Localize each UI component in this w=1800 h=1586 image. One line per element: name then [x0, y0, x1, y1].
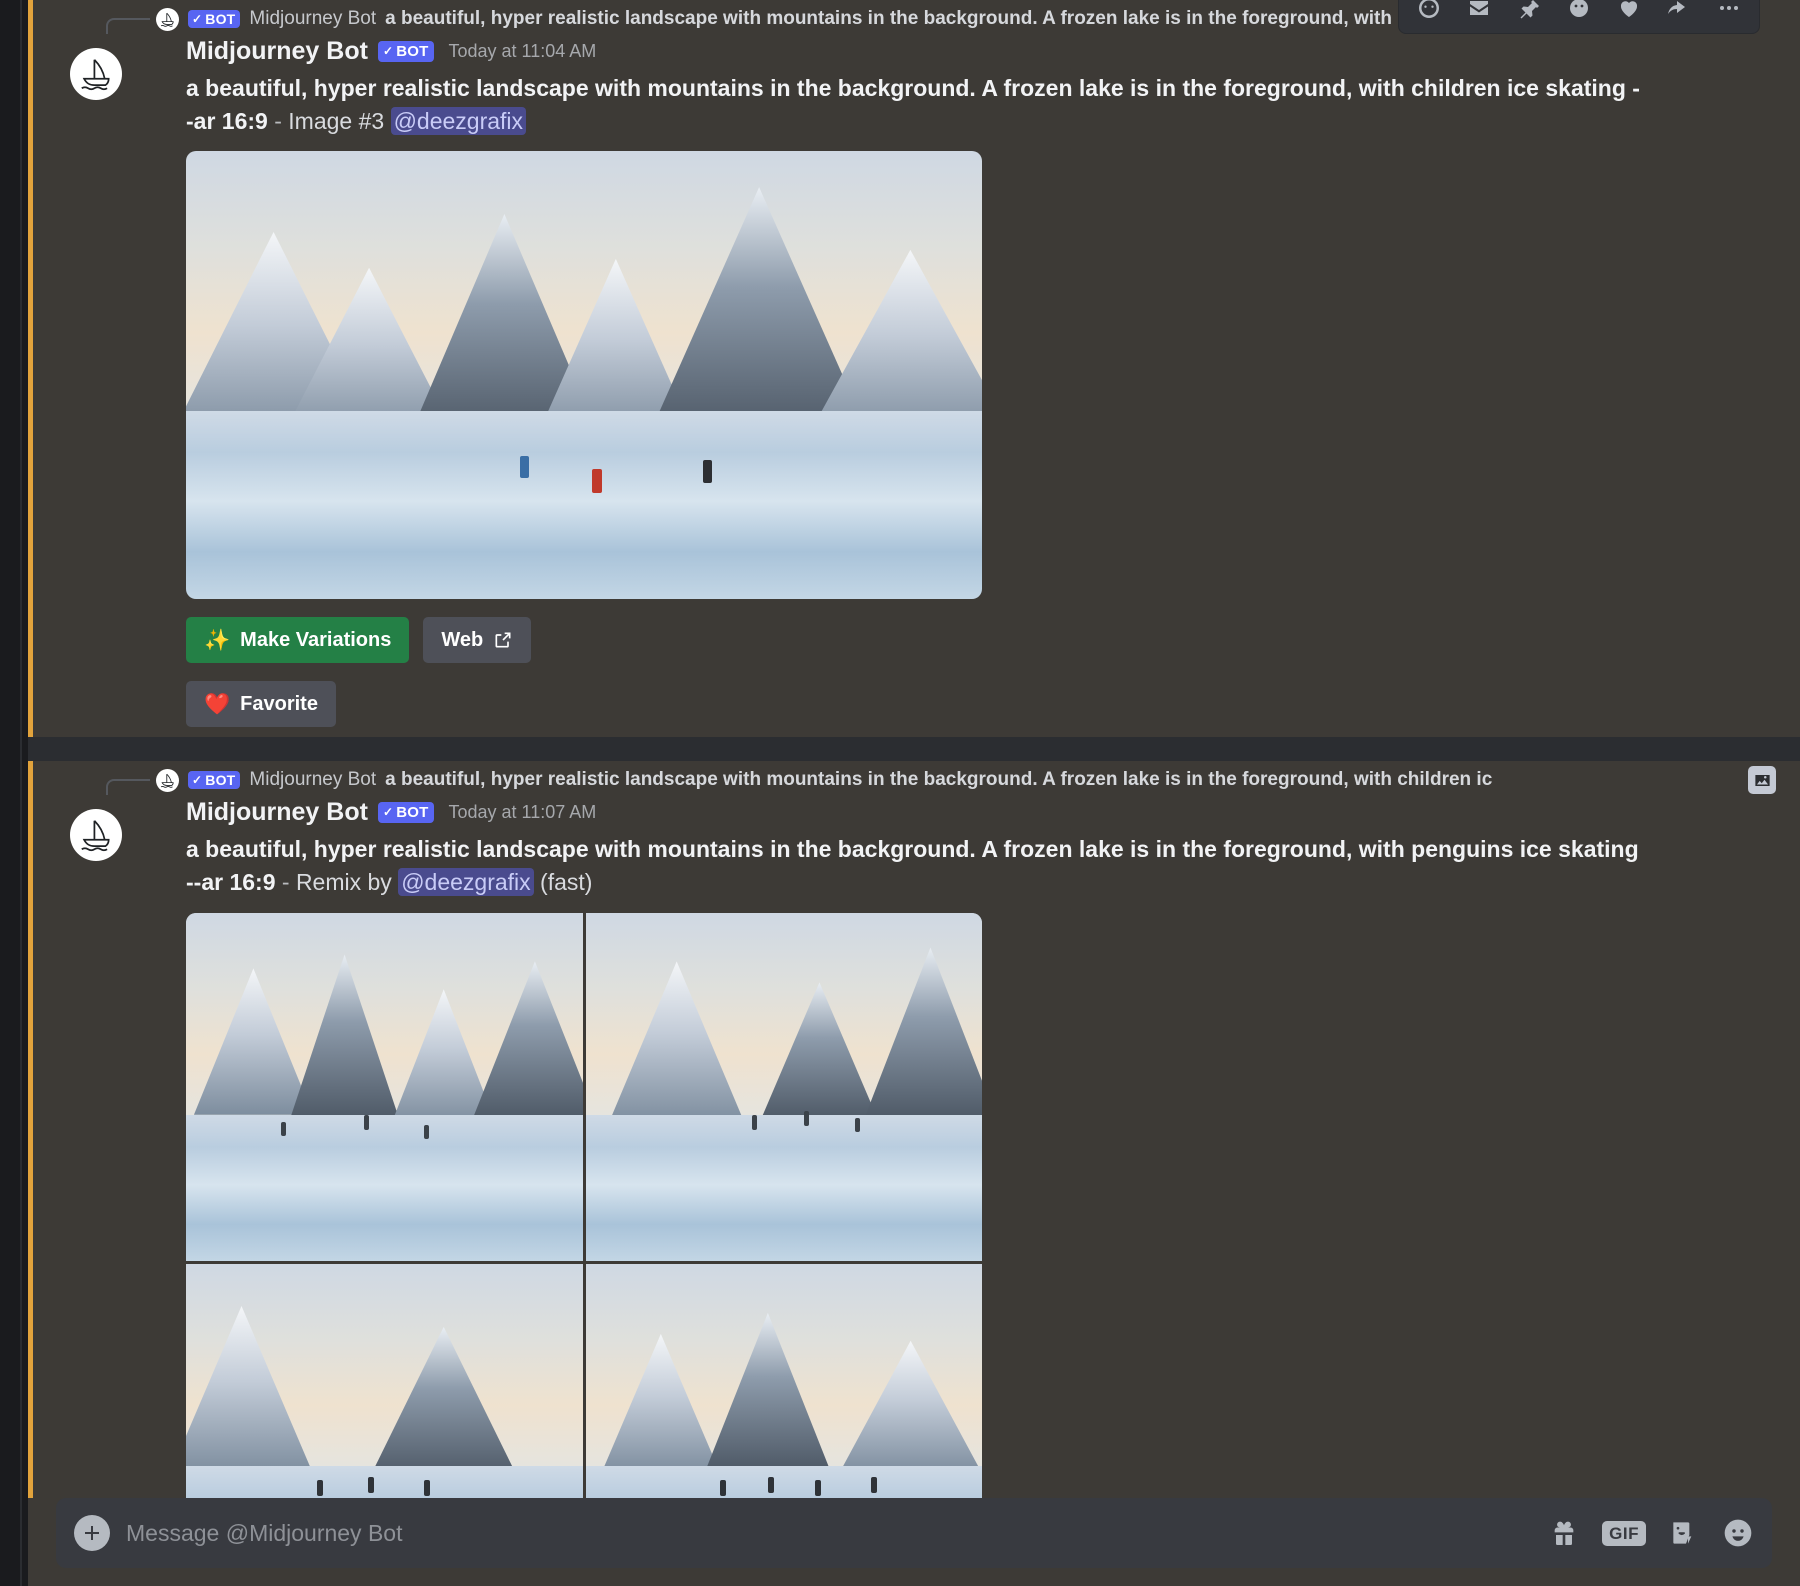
message-hover-toolbar[interactable] — [1398, 0, 1760, 34]
prompt-tail: (fast) — [540, 868, 593, 895]
message-input[interactable] — [126, 1519, 1533, 1547]
bot-badge-label: BOT — [396, 42, 429, 60]
message-composer[interactable]: GIF — [56, 1498, 1772, 1568]
favorite-button[interactable]: ❤️ Favorite — [186, 681, 336, 728]
message-body-2: Midjourney Bot ✓ BOT Today at 11:07 AM a … — [80, 795, 1776, 1498]
message-list[interactable]: ✓ BOT Midjourney Bot a beautiful, hyper r… — [28, 0, 1800, 1498]
bot-badge: ✓ BOT — [188, 771, 241, 790]
mention-deezgrafix[interactable]: @deezgrafix — [398, 867, 534, 896]
chat-panel: ✓ BOT Midjourney Bot a beautiful, hyper r… — [28, 0, 1800, 1586]
message-group-divider — [28, 737, 1800, 762]
message-author[interactable]: Midjourney Bot — [186, 798, 368, 827]
web-label: Web — [441, 628, 484, 651]
make-variations-label: Make Variations — [240, 628, 392, 651]
avatar[interactable] — [70, 48, 122, 100]
gift-icon[interactable] — [1548, 1517, 1580, 1549]
reply-spine — [106, 779, 150, 796]
artwork-grid-cell-2[interactable] — [585, 912, 982, 1262]
artwork-skater — [591, 469, 602, 494]
add-reaction-icon[interactable] — [1407, 0, 1451, 30]
add-attachment-button[interactable] — [74, 1515, 110, 1551]
prompt-suffix: Image #3 — [288, 107, 385, 134]
reply-author: Midjourney Bot — [249, 8, 377, 29]
bot-badge-check: ✓ — [192, 773, 203, 788]
discord-window: ✓ BOT Midjourney Bot a beautiful, hyper r… — [0, 0, 1800, 1586]
artwork-grid-cell-3[interactable] — [186, 1264, 583, 1498]
sticker-icon[interactable] — [1668, 1517, 1700, 1549]
reply-spine — [106, 18, 150, 34]
emoji-icon[interactable] — [1722, 1517, 1754, 1549]
midjourney-sailboat-icon — [156, 7, 179, 31]
artwork-ice — [186, 411, 982, 600]
composer-area: GIF — [28, 1498, 1800, 1586]
message-content-2: a beautiful, hyper realistic landscape w… — [186, 833, 1646, 898]
artwork-grid-cell-1[interactable] — [186, 912, 583, 1262]
reply-preview-2[interactable]: ✓ BOT Midjourney Bot a beautiful, hyper r… — [80, 765, 1776, 796]
bot-badge-label: BOT — [396, 803, 429, 821]
action-button-row-2: ❤️ Favorite — [186, 681, 1752, 728]
make-variations-button[interactable]: ✨ Make Variations — [186, 617, 410, 664]
heart-reaction-icon[interactable] — [1607, 0, 1651, 30]
pin-icon[interactable] — [1507, 0, 1551, 30]
bot-badge: ✓ BOT — [377, 801, 435, 823]
composer-icon-group: GIF — [1548, 1517, 1754, 1549]
message-header-1: Midjourney Bot ✓ BOT Today at 11:04 AM — [186, 34, 1752, 68]
artwork-frozen-lake-children — [186, 151, 982, 600]
message-group-1[interactable]: ✓ BOT Midjourney Bot a beautiful, hyper r… — [28, 0, 1800, 738]
external-link-icon — [493, 630, 513, 650]
prompt-separator: - — [274, 107, 282, 134]
artwork-skater — [703, 460, 713, 484]
artwork-skater — [520, 455, 530, 478]
more-options-icon[interactable] — [1707, 0, 1751, 30]
web-button[interactable]: Web — [423, 617, 532, 664]
reply-text: a beautiful, hyper realistic landscape w… — [385, 769, 1493, 791]
artwork-grid — [186, 912, 982, 1498]
favorite-label: Favorite — [240, 692, 318, 715]
bot-badge-check: ✓ — [382, 44, 394, 58]
emoji-reaction-icon[interactable] — [1557, 0, 1601, 30]
sparkles-wand-icon: ✨ — [204, 628, 231, 652]
heart-icon: ❤️ — [204, 692, 231, 716]
bot-badge: ✓ BOT — [188, 10, 241, 28]
gif-label: GIF — [1602, 1520, 1646, 1546]
reply-icon[interactable] — [1657, 0, 1701, 30]
bot-badge-check: ✓ — [192, 12, 203, 26]
message-timestamp: Today at 11:04 AM — [448, 40, 597, 61]
artwork-grid-cell-4[interactable] — [585, 1264, 982, 1498]
bot-badge-check: ✓ — [382, 805, 394, 820]
bot-badge: ✓ BOT — [377, 40, 435, 62]
message-body-1: Midjourney Bot ✓ BOT Today at 11:04 AM a … — [80, 34, 1776, 728]
message-timestamp: Today at 11:07 AM — [448, 801, 597, 822]
attachment-image-grid[interactable] — [186, 912, 982, 1498]
message-content-1: a beautiful, hyper realistic landscape w… — [186, 72, 1646, 137]
prompt-suffix: Remix by — [295, 868, 392, 895]
reply-author: Midjourney Bot — [249, 769, 377, 791]
avatar[interactable] — [70, 809, 122, 862]
bot-badge-label: BOT — [205, 11, 236, 27]
prompt-separator: - — [281, 868, 290, 895]
mention-deezgrafix[interactable]: @deezgrafix — [390, 106, 527, 135]
rail-divider — [20, 0, 22, 1586]
bot-badge-label: BOT — [205, 772, 236, 789]
message-author[interactable]: Midjourney Bot — [186, 37, 368, 66]
message-header-2: Midjourney Bot ✓ BOT Today at 11:07 AM — [186, 795, 1752, 829]
image-attachment-icon — [1748, 766, 1776, 795]
server-rail — [0, 0, 28, 1586]
message-1: ✓ BOT Midjourney Bot a beautiful, hyper r… — [28, 0, 1800, 737]
action-button-row-1: ✨ Make Variations Web — [186, 617, 1752, 664]
mark-unread-icon[interactable] — [1457, 0, 1501, 30]
midjourney-sailboat-icon — [156, 768, 179, 792]
attachment-image-single[interactable] — [186, 151, 982, 600]
message-2: ✓ BOT Midjourney Bot a beautiful, hyper r… — [28, 761, 1800, 1498]
message-group-2[interactable]: ✓ BOT Midjourney Bot a beautiful, hyper r… — [28, 761, 1800, 1498]
gif-icon[interactable]: GIF — [1602, 1520, 1646, 1546]
